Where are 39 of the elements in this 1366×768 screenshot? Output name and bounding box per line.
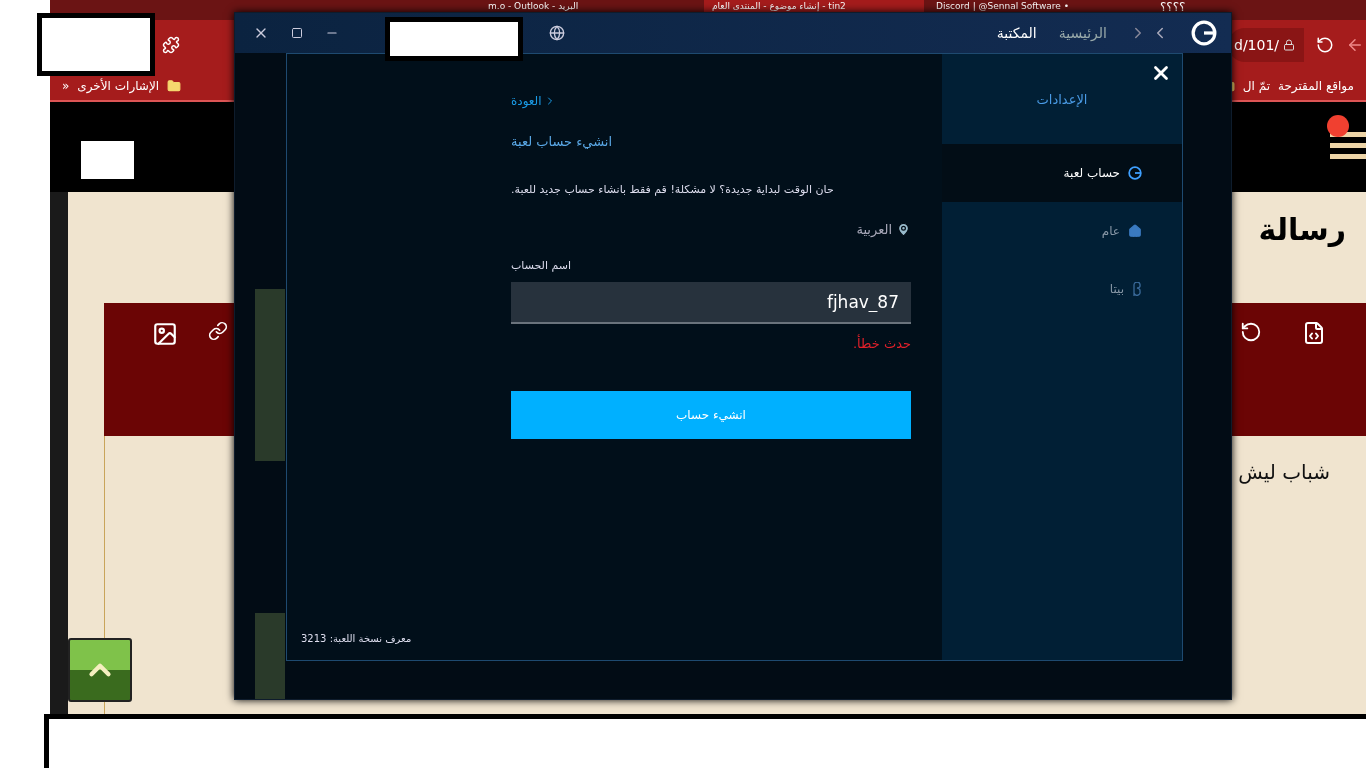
sidebar-item[interactable]: عام <box>942 202 1182 260</box>
field-label: اسم الحساب <box>511 259 572 272</box>
region-label[interactable]: العربية <box>856 222 911 237</box>
sidebar-title: الإعدادات <box>1036 91 1088 107</box>
location-pin-icon <box>896 222 911 237</box>
beta-icon <box>1132 282 1142 296</box>
description-text: حان الوقت لبداية جديدة؟ لا مشكلة! قم فقط بانشاء حساب جديد للعبة. <box>511 183 834 196</box>
globe-icon[interactable] <box>549 25 565 41</box>
page-heading: رسالة <box>1258 212 1346 247</box>
browser-tab[interactable]: m.o - Outlook - البريد <box>480 0 700 12</box>
bookmark-item[interactable]: » <box>62 79 70 93</box>
lock-icon <box>1283 39 1296 51</box>
bookmark-item[interactable]: تمّ ال <box>1242 79 1270 93</box>
error-message: حدث خطأ. <box>852 336 911 351</box>
bookmark-item[interactable]: الإشارات الأخرى <box>77 79 160 93</box>
link-icon[interactable] <box>208 321 228 341</box>
version-text: معرف نسخة اللعبة: 3213 <box>301 633 412 644</box>
image-icon[interactable] <box>152 321 178 347</box>
home-icon <box>1128 224 1142 238</box>
nav-link[interactable]: الرئيسية <box>1058 25 1107 41</box>
reload-icon[interactable] <box>1316 36 1334 54</box>
dialog-title: انشيء حساب لعبة <box>511 134 612 149</box>
code-file-icon[interactable] <box>1302 321 1326 345</box>
scroll-top-button[interactable] <box>68 638 132 702</box>
bookmark-item[interactable]: مواقع المقترحة <box>1278 79 1354 93</box>
maximize-icon[interactable] <box>291 27 303 39</box>
back-link[interactable]: العودة <box>511 94 556 108</box>
window-title: ؟؟؟؟ <box>1160 0 1186 14</box>
browser-tab[interactable]: إنشاء موضوع - المنتدى العام - tin2 <box>704 0 924 12</box>
logo-icon <box>1128 166 1142 180</box>
sidebar-item[interactable]: بيتا <box>942 260 1182 318</box>
undo-icon[interactable] <box>1240 321 1262 343</box>
browser-tab[interactable]: Discord | @Sennal Software • <box>928 0 1148 12</box>
sidebar-item[interactable]: حساب لعبة <box>942 144 1182 202</box>
nav-link[interactable]: المكتبة <box>996 25 1037 41</box>
editor-text[interactable]: شباب ليش <box>1238 460 1330 715</box>
extensions-icon[interactable] <box>162 36 180 54</box>
account-name-field[interactable]: fjhav_87 <box>511 282 911 324</box>
logo-icon <box>1191 20 1217 46</box>
